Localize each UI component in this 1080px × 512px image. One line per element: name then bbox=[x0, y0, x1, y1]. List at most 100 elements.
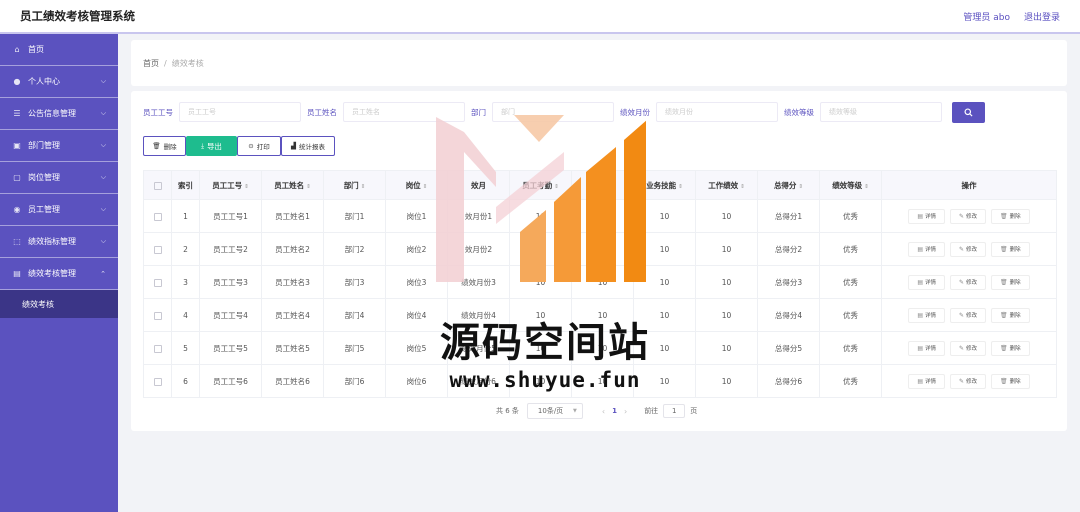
detail-button[interactable]: ▤ 详情 bbox=[908, 241, 945, 257]
prev-page-button[interactable]: ‹ bbox=[602, 407, 605, 416]
header-month[interactable]: 效月 bbox=[447, 170, 510, 200]
row-select[interactable] bbox=[143, 199, 172, 233]
row-delete-button[interactable]: 🗑 删除 bbox=[991, 208, 1030, 224]
sidebar-item-label: 岗位管理 bbox=[28, 173, 60, 182]
checkbox[interactable] bbox=[153, 344, 162, 353]
sidebar-item-indicator[interactable]: ⬚ 绩效指标管理 ⌵ bbox=[0, 226, 118, 258]
page-number-current[interactable]: 1 bbox=[612, 407, 617, 415]
search-label-level: 绩效等级 bbox=[784, 107, 814, 117]
edit-label: 修改 bbox=[966, 379, 978, 385]
cell-total: 总得分5 bbox=[757, 331, 820, 365]
edit-label: 修改 bbox=[966, 313, 978, 319]
header-emp-no[interactable]: 员工工号 ⇕ bbox=[199, 170, 262, 200]
edit-button[interactable]: ✎ 修改 bbox=[950, 208, 987, 224]
cell-emp-name: 员工姓名5 bbox=[261, 331, 324, 365]
row-select[interactable] bbox=[143, 265, 172, 299]
cell-post: 岗位2 bbox=[385, 232, 448, 266]
header-level[interactable]: 绩效等级 ⇕ bbox=[819, 170, 882, 200]
sidebar-subitem-assessment[interactable]: 绩效考核 bbox=[0, 290, 118, 318]
edit-button[interactable]: ✎ 修改 bbox=[950, 274, 987, 290]
edit-label: 修改 bbox=[966, 346, 978, 352]
edit-button[interactable]: ✎ 修改 bbox=[950, 307, 987, 323]
edit-button[interactable]: ✎ 修改 bbox=[950, 373, 987, 389]
sidebar-item-personal[interactable]: ● 个人中心 ⌵ bbox=[0, 66, 118, 98]
level-input[interactable]: 绩效等级 bbox=[820, 102, 942, 122]
detail-button[interactable]: ▤ 详情 bbox=[908, 340, 945, 356]
admin-user-label[interactable]: 管理员 abo bbox=[963, 10, 1010, 23]
header-attendance[interactable]: 员工考勤 ⇕ bbox=[509, 170, 572, 200]
edit-button[interactable]: ✎ 修改 bbox=[950, 340, 987, 356]
sidebar-item-home[interactable]: ⌂ 首页 bbox=[0, 34, 118, 66]
row-delete-button[interactable]: 🗑 删除 bbox=[991, 307, 1030, 323]
sort-icon: ⇕ bbox=[244, 183, 249, 190]
checkbox[interactable] bbox=[153, 181, 162, 190]
table-row[interactable]: 3 员工工号3 员工姓名3 部门3 岗位3 绩效月份3 10 10 10 10 总得分3 优秀 ▤ 详情 ✎… bbox=[143, 265, 1057, 299]
cell-skill: 10 bbox=[633, 265, 696, 299]
cell-emp-no: 员工工号2 bbox=[199, 232, 262, 266]
print-button[interactable]: ⊙ 打印 bbox=[237, 136, 281, 156]
table-row[interactable]: 5 员工工号5 员工姓名5 部门5 岗位5 绩效月份5 10 10 10 10 总得分5 优秀 ▤ 详情 ✎… bbox=[143, 331, 1057, 365]
row-delete-button[interactable]: 🗑 删除 bbox=[991, 274, 1030, 290]
goto-page-input[interactable]: 1 bbox=[663, 404, 686, 418]
checkbox[interactable] bbox=[153, 278, 162, 287]
header-total[interactable]: 总得分 ⇕ bbox=[757, 170, 820, 200]
sidebar-item-position[interactable]: ▢ 岗位管理 ⌵ bbox=[0, 162, 118, 194]
row-delete-button[interactable]: 🗑 删除 bbox=[991, 340, 1030, 356]
delete-label: 删除 bbox=[1009, 247, 1021, 253]
table-row[interactable]: 4 员工工号4 员工姓名4 部门4 岗位4 绩效月份4 10 10 10 10 总得分4 优秀 ▤ 详情 ✎… bbox=[143, 298, 1057, 332]
next-page-button[interactable]: › bbox=[624, 407, 627, 416]
header-attitude[interactable]: 态 bbox=[571, 170, 634, 200]
chevron-down-icon: ⌵ bbox=[100, 205, 106, 213]
checkbox[interactable] bbox=[153, 212, 162, 221]
emp-no-input[interactable]: 员工工号 bbox=[179, 102, 301, 122]
row-delete-button[interactable]: 🗑 删除 bbox=[991, 241, 1030, 257]
table-row[interactable]: 6 员工工号6 员工姓名6 部门6 岗位6 绩效月份6 10 10 10 10 总得分6 优秀 ▤ 详情 ✎… bbox=[143, 364, 1057, 398]
page-size-select[interactable]: 10条/页 ▼ bbox=[526, 403, 583, 419]
row-select[interactable] bbox=[143, 364, 172, 398]
delete-button[interactable]: 🗑 删除 bbox=[143, 136, 186, 156]
detail-button[interactable]: ▤ 详情 bbox=[908, 373, 945, 389]
row-select[interactable] bbox=[143, 298, 172, 332]
cell-emp-no: 员工工号5 bbox=[199, 331, 262, 365]
edit-button[interactable]: ✎ 修改 bbox=[950, 241, 987, 257]
header-emp-name[interactable]: 员工姓名 ⇕ bbox=[261, 170, 324, 200]
table-row[interactable]: 1 员工工号1 员工姓名1 部门1 岗位1 效月份1 10 10 10 10 总得分1 优秀 ▤ 详情 ✎ 修… bbox=[143, 199, 1057, 233]
detail-label: 详情 bbox=[924, 247, 936, 253]
month-input[interactable]: 绩效月份 bbox=[656, 102, 778, 122]
header-performance[interactable]: 工作绩效 ⇕ bbox=[695, 170, 758, 200]
sidebar-item-notice[interactable]: ☰ 公告信息管理 ⌵ bbox=[0, 98, 118, 130]
sidebar-item-employee[interactable]: ◉ 员工管理 ⌵ bbox=[0, 194, 118, 226]
detail-button[interactable]: ▤ 详情 bbox=[908, 307, 945, 323]
header-label: 绩效等级 bbox=[832, 180, 863, 190]
sidebar-item-assessment[interactable]: ▤ 绩效考核管理 ⌃ bbox=[0, 258, 118, 290]
stats-report-button[interactable]: ▟ 统计报表 bbox=[281, 136, 335, 156]
cell-performance: 10 bbox=[695, 331, 758, 365]
checkbox[interactable] bbox=[153, 245, 162, 254]
header-label: 部门 bbox=[343, 180, 359, 190]
cell-level: 优秀 bbox=[819, 331, 882, 365]
row-select[interactable] bbox=[143, 232, 172, 266]
detail-button[interactable]: ▤ 详情 bbox=[908, 208, 945, 224]
table-row[interactable]: 2 员工工号2 员工姓名2 部门2 岗位2 效月份2 10 10 10 10 总得分2 优秀 ▤ 详情 ✎ 修… bbox=[143, 232, 1057, 266]
detail-button[interactable]: ▤ 详情 bbox=[908, 274, 945, 290]
checkbox[interactable] bbox=[153, 311, 162, 320]
logout-link[interactable]: 退出登录 bbox=[1024, 10, 1060, 23]
sidebar-item-department[interactable]: ▣ 部门管理 ⌵ bbox=[0, 130, 118, 162]
cell-month: 绩效月份6 bbox=[447, 364, 510, 398]
cell-emp-no: 员工工号6 bbox=[199, 364, 262, 398]
header-skill[interactable]: 业务技能 ⇕ bbox=[633, 170, 696, 200]
row-delete-button[interactable]: 🗑 删除 bbox=[991, 373, 1030, 389]
header-select-all[interactable] bbox=[143, 170, 172, 200]
header-dept[interactable]: 部门 ⇕ bbox=[323, 170, 386, 200]
search-button[interactable] bbox=[952, 101, 985, 123]
row-select[interactable] bbox=[143, 331, 172, 365]
export-button[interactable]: ⤓ 导出 bbox=[186, 136, 237, 156]
header-post[interactable]: 岗位 ⇕ bbox=[385, 170, 448, 200]
header-actions: 管理员 abo 退出登录 bbox=[963, 10, 1060, 23]
dept-input[interactable]: 部门 bbox=[492, 102, 614, 122]
checkbox[interactable] bbox=[153, 377, 162, 386]
breadcrumb-home[interactable]: 首页 bbox=[143, 58, 159, 69]
emp-name-input[interactable]: 员工姓名 bbox=[343, 102, 465, 122]
cell-post: 岗位6 bbox=[385, 364, 448, 398]
delete-label: 删除 bbox=[1009, 379, 1021, 385]
